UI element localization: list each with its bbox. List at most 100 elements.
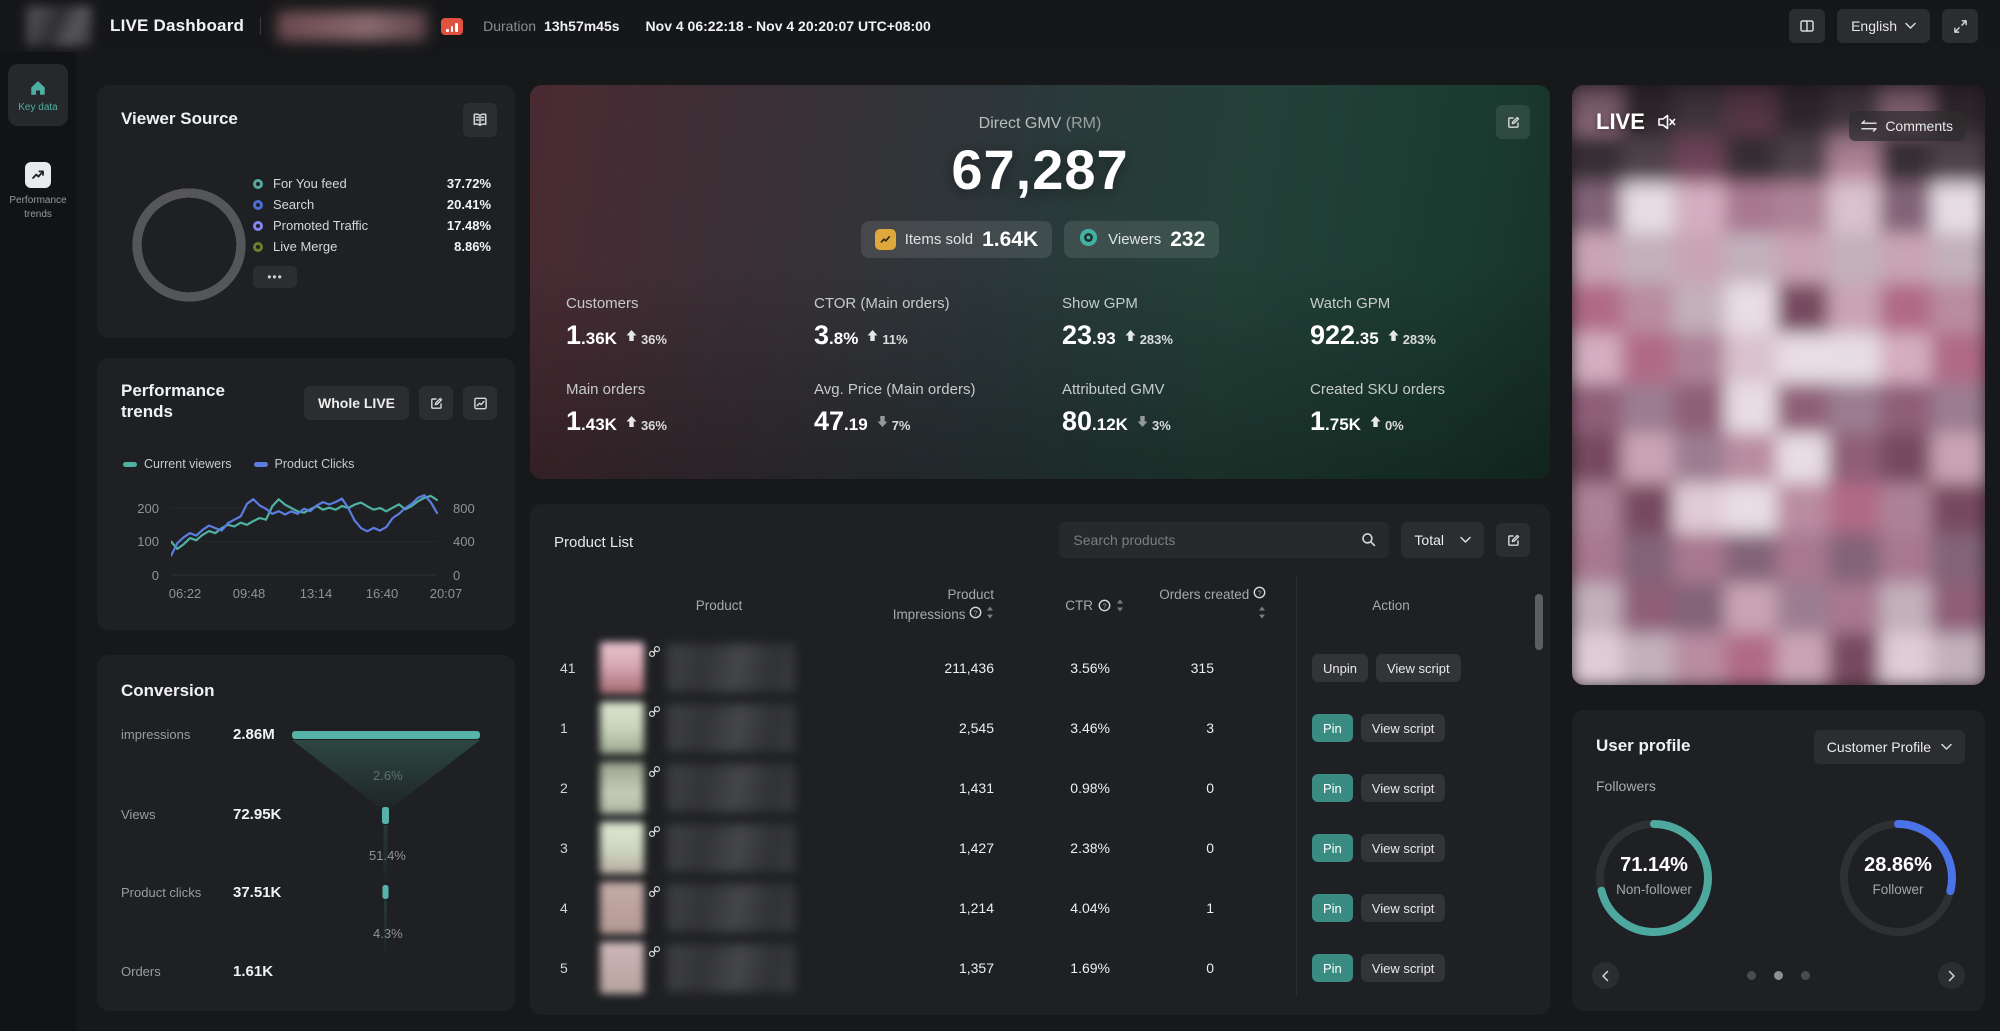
arrow-icon (1137, 416, 1148, 427)
column-impressions[interactable]: ProductImpressions ? (838, 585, 994, 626)
table-row: 41 211,436 3.56% 315 UnpinView script (554, 638, 1526, 698)
column-product[interactable]: Product (600, 598, 838, 613)
ctr-value: 0.98% (994, 780, 1124, 796)
trend-icon (25, 162, 51, 188)
column-orders-created[interactable]: Orders created ? (1124, 585, 1266, 626)
product-list-card: Product List Total Product ProductImpres… (530, 504, 1550, 1015)
layout-toggle-button[interactable] (1789, 9, 1825, 43)
more-button[interactable]: ••• (253, 266, 297, 288)
product-list-title: Product List (554, 534, 633, 551)
sidebar-item-key-data[interactable]: Key data (8, 64, 68, 126)
product-thumbnail (600, 822, 644, 874)
fullscreen-button[interactable] (1942, 9, 1978, 43)
duration-value: 13h57m45s (544, 18, 620, 34)
viewers-badge: Viewers 232 (1064, 221, 1219, 258)
view-script-button[interactable]: View script (1361, 954, 1446, 982)
metric: Watch GPM 922.35283% (1310, 295, 1514, 351)
mute-icon (1655, 111, 1677, 133)
svg-text:?: ? (1257, 588, 1261, 597)
table-row: 1 2,545 3.46% 3 PinView script (554, 698, 1526, 758)
info-icon: ? (1098, 599, 1111, 612)
product-thumbnail (600, 702, 644, 754)
product-rank: 4 (554, 900, 600, 916)
follower-ring: 28.86% Follower (1836, 816, 1960, 940)
non-follower-ring: 71.14% Non-follower (1592, 816, 1716, 940)
pin-button[interactable]: Pin (1312, 834, 1353, 862)
record-signal-icon (441, 18, 463, 35)
chevron-right-icon (1947, 970, 1956, 982)
link-icon (648, 825, 661, 841)
table-row: 4 1,214 4.04% 1 Pin View script (554, 878, 1526, 938)
topbar: LIVE Dashboard Duration 13h57m45s Nov 4 … (0, 0, 2000, 52)
product-rank: 41 (554, 660, 600, 676)
viewer-source-detail-button[interactable] (463, 103, 497, 137)
comments-toggle-button[interactable]: Comments (1849, 111, 1965, 141)
funnel-step: Product clicks37.51K (121, 884, 311, 901)
total-filter-dropdown[interactable]: Total (1401, 522, 1484, 558)
metric: Main orders 1.43K36% (566, 381, 814, 437)
columns-icon (1799, 18, 1815, 34)
view-script-button[interactable]: View script (1361, 774, 1446, 802)
view-script-button[interactable]: View script (1361, 894, 1446, 922)
book-icon (472, 112, 488, 128)
edit-icon (429, 396, 444, 411)
edit-gmv-button[interactable] (1496, 105, 1530, 139)
divider (260, 17, 261, 35)
legend-swatch (253, 221, 263, 231)
product-name-redacted (667, 944, 795, 992)
carousel-next-button[interactable] (1938, 962, 1965, 989)
unpin-button[interactable]: Unpin (1312, 654, 1368, 682)
search-input[interactable] (1059, 522, 1389, 558)
funnel-step: Views72.95K (121, 806, 311, 823)
sidebar-item-performance-trends[interactable]: Performance trends (0, 162, 76, 221)
y-axis-tick: 400 (453, 534, 491, 549)
edit-chart-button[interactable] (419, 386, 453, 420)
fullscreen-icon (1953, 19, 1968, 34)
product-name-redacted (667, 824, 795, 872)
gmv-value: 67,287 (530, 137, 1550, 202)
edit-icon (1506, 115, 1521, 130)
performance-trends-card: Performance trends Whole LIVE Current vi… (97, 358, 515, 630)
gmv-card: Direct GMV (RM) 67,287 Items sold 1.64K … (530, 85, 1550, 479)
conversion-title: Conversion (121, 681, 215, 701)
info-icon: ? (1253, 586, 1266, 599)
trend-icon (473, 396, 488, 411)
pin-button[interactable]: Pin (1312, 774, 1353, 802)
impressions-value: 1,214 (838, 900, 994, 916)
carousel-dot[interactable] (1801, 971, 1810, 980)
impressions-value: 1,357 (838, 960, 994, 976)
view-script-button[interactable]: View script (1376, 654, 1461, 682)
pin-button[interactable]: Pin (1312, 894, 1353, 922)
orders-value: 1 (1124, 900, 1266, 916)
swap-icon (1861, 120, 1877, 132)
conversion-card: Conversion impressions2.86M Views72.95K … (97, 655, 515, 1011)
gmv-title: Direct GMV (RM) (530, 115, 1550, 133)
chart-view-button[interactable] (463, 386, 497, 420)
table-header: Product ProductImpressions ? CTR ? Order… (554, 576, 1526, 634)
page-title: LIVE Dashboard (110, 16, 244, 36)
ctr-value: 3.56% (994, 660, 1124, 676)
carousel-dot[interactable] (1747, 971, 1756, 980)
language-selector[interactable]: English (1837, 9, 1930, 43)
product-name-redacted (667, 884, 795, 932)
chart-legend: Current viewers Product Clicks (123, 457, 354, 471)
range-selector-button[interactable]: Whole LIVE (304, 386, 409, 420)
orders-value: 0 (1124, 960, 1266, 976)
view-script-button[interactable]: View script (1361, 834, 1446, 862)
view-script-button[interactable]: View script (1361, 714, 1446, 742)
profile-type-dropdown[interactable]: Customer Profile (1814, 730, 1965, 764)
viewer-source-card: Viewer Source For You feed 37.72% Search… (97, 85, 515, 338)
column-ctr[interactable]: CTR ? (994, 598, 1124, 613)
pin-button[interactable]: Pin (1312, 714, 1353, 742)
table-scrollbar[interactable] (1535, 594, 1543, 650)
table-row: 5 1,357 1.69% 0 PinView script (554, 938, 1526, 998)
pin-button[interactable]: Pin (1312, 954, 1353, 982)
legend-swatch (123, 462, 137, 467)
legend-swatch (253, 179, 263, 189)
ctr-value: 4.04% (994, 900, 1124, 916)
carousel-dot-active[interactable] (1774, 971, 1783, 980)
edit-list-button[interactable] (1496, 523, 1530, 557)
chevron-down-icon (1460, 536, 1471, 544)
sort-icon (986, 606, 994, 619)
items-sold-badge: Items sold 1.64K (861, 221, 1052, 258)
